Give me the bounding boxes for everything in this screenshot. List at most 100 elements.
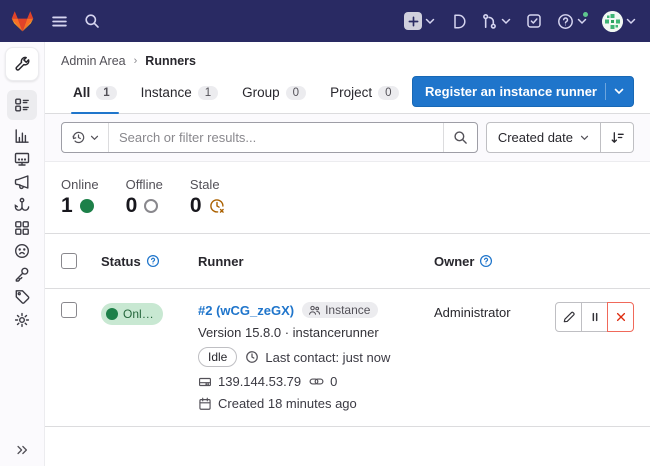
status-badge: Online [101, 303, 163, 325]
search-filter-box[interactable] [61, 122, 478, 153]
tab-all[interactable]: All 1 [61, 76, 129, 113]
sidebar-item-settings[interactable] [7, 308, 37, 331]
sort-direction-button[interactable] [600, 122, 634, 153]
question-circle-icon[interactable] [479, 254, 493, 268]
runner-table-row: Online #2 (wCG_zeGX) Instance Version 15… [45, 289, 650, 427]
question-circle-icon[interactable] [146, 254, 160, 268]
sidebar-item-overview[interactable] [7, 90, 37, 120]
filter-bar: Created date [45, 114, 650, 162]
runner-ip: 139.144.53.79 [218, 374, 301, 389]
offline-dot-icon [144, 199, 158, 213]
labels-icon [14, 289, 30, 305]
owner-cell: Administrator [434, 302, 546, 320]
runner-header: Runner [198, 254, 244, 269]
instance-type-badge: Instance [302, 302, 378, 318]
stale-clock-icon [209, 198, 225, 214]
online-dot-icon [80, 199, 94, 213]
pause-icon [589, 311, 601, 323]
chevron-down-icon [501, 18, 511, 25]
delete-runner-button[interactable] [607, 302, 634, 332]
gitlab-logo-icon[interactable] [10, 9, 35, 33]
todos-icon[interactable] [526, 13, 542, 29]
avatar [602, 11, 623, 32]
search-icon [453, 130, 468, 145]
merge-request-icon [481, 13, 498, 30]
help-menu-button[interactable] [557, 13, 587, 30]
sidebar-collapse-button[interactable] [15, 443, 29, 457]
history-icon [71, 130, 86, 145]
runner-tabs-bar: All 1 Instance 1 Group 0 Project 0 Regis… [45, 72, 650, 114]
sidebar-item-labels[interactable] [7, 285, 37, 308]
runner-version: Version 15.8.0 · instancerunner [198, 325, 424, 340]
clock-icon [245, 350, 259, 364]
admin-sidebar [0, 42, 45, 466]
stat-stale: Stale 0 [190, 177, 225, 216]
select-all-checkbox[interactable] [61, 253, 77, 269]
sort-by-dropdown[interactable]: Created date [486, 122, 601, 153]
sidebar-item-messages[interactable] [7, 170, 37, 193]
stale-count: 0 [190, 195, 202, 216]
chevron-down-icon [577, 18, 587, 25]
issues-icon[interactable] [450, 13, 466, 30]
hamburger-menu-icon[interactable] [51, 13, 68, 30]
chevron-down-icon [425, 18, 435, 25]
status-header: Status [101, 254, 141, 269]
people-icon [308, 304, 321, 317]
button-divider [605, 83, 606, 100]
user-menu-button[interactable] [602, 11, 636, 32]
monitor-icon [14, 151, 30, 167]
gear-icon [14, 312, 30, 328]
online-count: 1 [61, 195, 73, 216]
breadcrumb: Admin Area › Runners [45, 42, 650, 72]
sidebar-item-abuse-reports[interactable] [7, 239, 37, 262]
merge-requests-button[interactable] [481, 13, 511, 30]
top-navbar [0, 0, 650, 42]
megaphone-icon [14, 174, 30, 190]
sidebar-item-credentials[interactable] [7, 262, 37, 285]
tab-group[interactable]: Group 0 [230, 76, 318, 113]
owner-header: Owner [434, 254, 474, 269]
help-icon [557, 13, 574, 30]
created-timestamp: Created 18 minutes ago [218, 396, 357, 411]
notification-dot [582, 11, 589, 18]
search-icon[interactable] [84, 13, 100, 29]
row-checkbox[interactable] [61, 302, 77, 318]
sidebar-item-system-hooks[interactable] [7, 193, 37, 216]
chevron-down-icon [90, 135, 99, 141]
applications-icon [14, 220, 30, 236]
sidebar-item-analytics[interactable] [7, 124, 37, 147]
runner-summary-cell: #2 (wCG_zeGX) Instance Version 15.8.0 · … [198, 302, 434, 411]
search-history-dropdown[interactable] [62, 123, 109, 152]
new-menu-button[interactable] [404, 12, 435, 30]
search-submit-button[interactable] [443, 123, 477, 152]
tab-all-count: 1 [96, 86, 116, 100]
analytics-icon [14, 128, 30, 144]
tab-project-count: 0 [378, 86, 398, 100]
tab-project[interactable]: Project 0 [318, 76, 410, 113]
sidebar-item-monitoring[interactable] [7, 147, 37, 170]
breadcrumb-admin-area[interactable]: Admin Area [61, 54, 126, 68]
breadcrumb-separator: › [134, 55, 138, 67]
collapse-icon [15, 443, 29, 457]
calendar-icon [198, 397, 212, 411]
tab-instance-count: 1 [198, 86, 218, 100]
edit-runner-button[interactable] [555, 302, 582, 332]
chevron-down-icon [580, 135, 589, 141]
pause-runner-button[interactable] [581, 302, 608, 332]
overview-icon [14, 97, 30, 113]
sidebar-item-applications[interactable] [7, 216, 37, 239]
idle-badge: Idle [198, 347, 237, 367]
register-instance-runner-button[interactable]: Register an instance runner [412, 76, 634, 107]
sort-descending-icon [610, 130, 625, 145]
runner-actions [546, 302, 634, 332]
runners-table-header: Status Runner Owner [45, 234, 650, 289]
tab-instance[interactable]: Instance 1 [129, 76, 230, 113]
main-content: Admin Area › Runners All 1 Instance 1 Gr… [45, 42, 650, 466]
sort-controls: Created date [486, 122, 634, 153]
runner-link[interactable]: #2 (wCG_zeGX) [198, 303, 294, 318]
link-icon [309, 374, 324, 389]
search-input[interactable] [109, 130, 443, 145]
tab-group-count: 0 [286, 86, 306, 100]
sidebar-item-admin-area[interactable] [5, 47, 39, 81]
plus-icon [404, 12, 422, 30]
